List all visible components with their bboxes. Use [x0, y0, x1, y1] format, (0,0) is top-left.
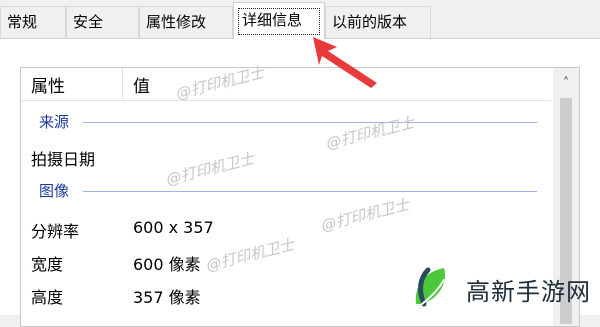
- chevron-up-icon[interactable]: ˄: [553, 74, 579, 94]
- property-name: 拍摄日期: [31, 150, 96, 169]
- table-row[interactable]: 分辨率 600 x 357: [21, 216, 551, 244]
- group-source-label: 来源: [39, 113, 70, 131]
- property-value: 357 像素: [133, 288, 201, 307]
- tab-bar: 常规 安全 属性修改 详细信息 以前的版本: [0, 0, 600, 39]
- property-name: 宽度: [31, 255, 64, 274]
- tab-details[interactable]: 详细信息: [233, 2, 325, 39]
- tab-general[interactable]: 常规: [0, 6, 66, 38]
- leaf-logo-icon: [415, 267, 446, 307]
- tab-previous-versions-label: 以前的版本: [332, 13, 408, 31]
- tab-details-label: 详细信息: [242, 11, 303, 29]
- property-value: 600 像素: [133, 255, 201, 274]
- tab-attribute-edit-label: 属性修改: [146, 13, 207, 31]
- brand-name: 高新手游网: [466, 278, 591, 306]
- brand-logo: 高新手游网: [408, 262, 598, 312]
- tab-previous-versions[interactable]: 以前的版本: [325, 6, 431, 38]
- column-header-value[interactable]: 值: [133, 72, 150, 97]
- table-row[interactable]: 拍摄日期: [21, 144, 551, 172]
- group-source: 来源: [21, 111, 551, 133]
- column-header-property[interactable]: 属性: [31, 72, 65, 97]
- property-name: 高度: [31, 288, 64, 307]
- group-source-divider: [83, 122, 537, 123]
- property-name: 分辨率: [31, 222, 80, 241]
- group-image-label: 图像: [39, 182, 70, 200]
- property-value: 600 x 357: [133, 218, 214, 237]
- tab-security-label: 安全: [73, 13, 104, 31]
- group-image-divider: [83, 191, 537, 192]
- tab-security[interactable]: 安全: [66, 6, 139, 38]
- tab-general-label: 常规: [7, 13, 38, 31]
- tab-attribute-edit[interactable]: 属性修改: [139, 6, 233, 38]
- column-divider[interactable]: [122, 68, 123, 99]
- group-image: 图像: [21, 180, 551, 202]
- list-header: 属性 值: [21, 68, 551, 101]
